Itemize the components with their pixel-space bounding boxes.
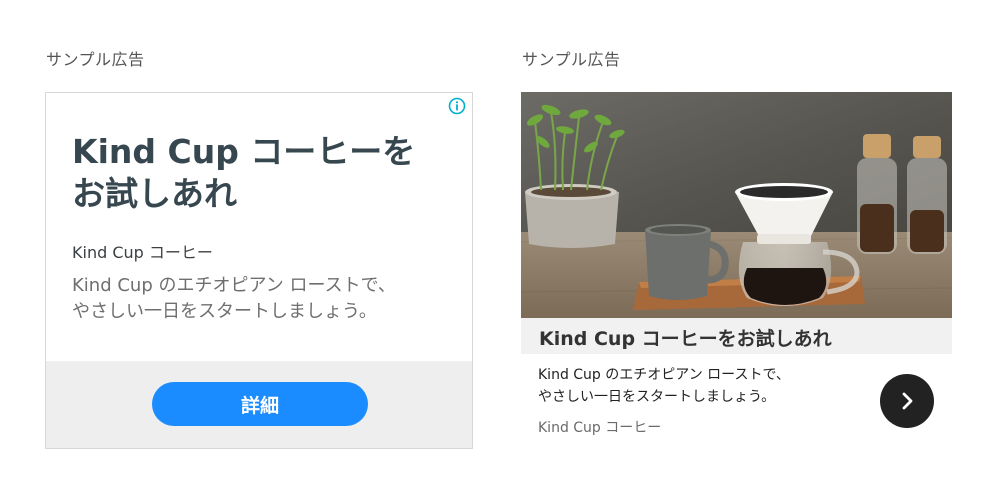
image-ad-card[interactable]: Kind Cup コーヒーをお試しあれ Kind Cup のエチオピアン ロース… (521, 92, 952, 449)
ad-headline-line-1: Kind Cup コーヒーを (72, 132, 416, 171)
next-button[interactable] (880, 374, 934, 428)
ad-description: Kind Cup のエチオピアン ローストで、 やさしい一日をスタートしましょう… (538, 364, 858, 408)
ad-description-line-1: Kind Cup のエチオピアン ローストで、 (72, 275, 396, 296)
ad-description-line-1: Kind Cup のエチオピアン ローストで、 (538, 367, 790, 383)
ad-description-line-2: やさしい一日をスタートしましょう。 (538, 389, 776, 405)
advertiser-name: Kind Cup コーヒー (72, 243, 213, 262)
advertiser-name: Kind Cup コーヒー (538, 420, 662, 436)
ad-headline-line-2: お試しあれ (72, 174, 237, 213)
ad-headline[interactable]: Kind Cup コーヒーを お試しあれ (72, 131, 432, 215)
coffee-dripper-photo[interactable] (521, 92, 952, 320)
text-ad-card[interactable]: Kind Cup コーヒーを お試しあれ Kind Cup コーヒー Kind … (45, 92, 473, 449)
info-circle-icon[interactable] (448, 97, 466, 115)
ad-footer: 詳細 (46, 361, 472, 448)
sample-ad-label-right: サンプル広告 (522, 50, 621, 69)
details-button[interactable]: 詳細 (152, 382, 368, 426)
ad-description: Kind Cup のエチオピアン ローストで、 やさしい一日をスタートしましょう… (72, 273, 432, 325)
ad-description-line-2: やさしい一日をスタートしましょう。 (72, 301, 377, 322)
sample-ad-label-left: サンプル広告 (46, 50, 145, 69)
chevron-right-icon (902, 392, 913, 410)
ad-headline[interactable]: Kind Cup コーヒーをお試しあれ (539, 324, 832, 351)
ad-headline-bar: Kind Cup コーヒーをお試しあれ (521, 318, 952, 354)
